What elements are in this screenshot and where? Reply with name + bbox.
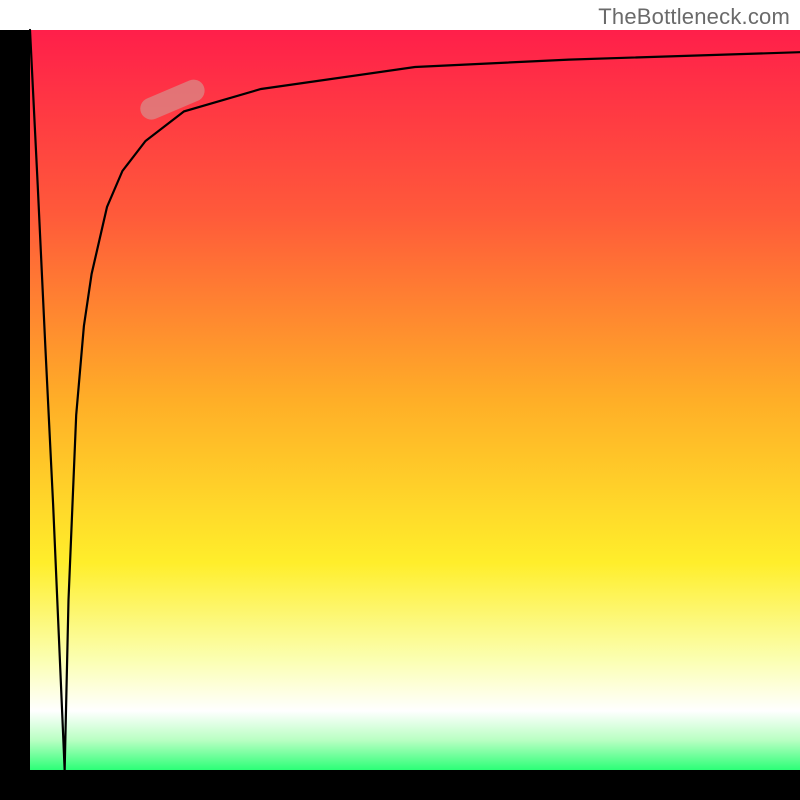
x-axis-bar	[0, 770, 800, 800]
chart-container: TheBottleneck.com	[0, 0, 800, 800]
watermark-text: TheBottleneck.com	[598, 4, 790, 30]
y-axis-bar	[0, 30, 30, 800]
chart-svg	[0, 0, 800, 800]
